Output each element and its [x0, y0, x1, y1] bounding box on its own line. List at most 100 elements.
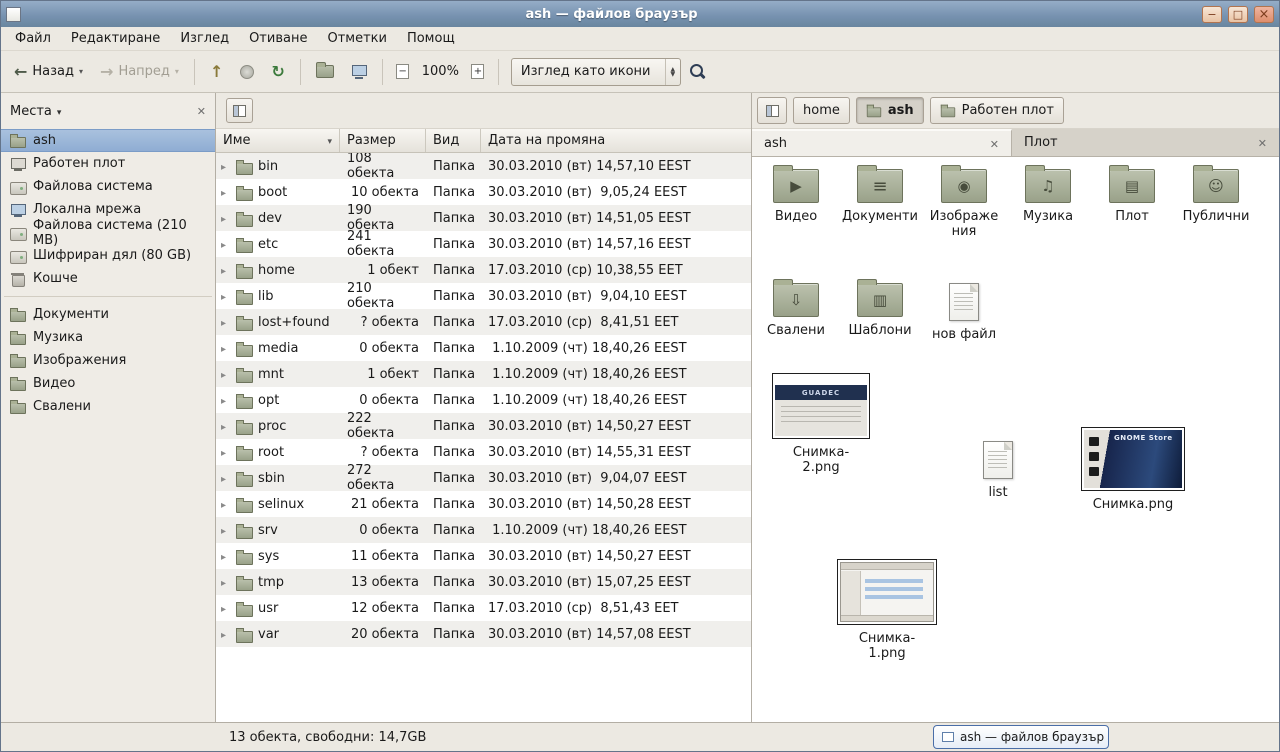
sidebar-item-изображения[interactable]: Изображения: [1, 349, 215, 372]
table-row[interactable]: root? обектаПапка30.03.2010 (вт) 14,55,3…: [216, 439, 751, 465]
table-row[interactable]: proc222 обектаПапка30.03.2010 (вт) 14,50…: [216, 413, 751, 439]
table-row[interactable]: mnt1 обектПапка 1.10.2009 (чт) 18,40,26 …: [216, 361, 751, 387]
table-row[interactable]: tmp13 обектаПапка30.03.2010 (вт) 15,07,2…: [216, 569, 751, 595]
tree-pane-button[interactable]: [226, 98, 253, 123]
table-row[interactable]: lost+found? обектаПапка17.03.2010 (ср) 8…: [216, 309, 751, 335]
view-mode-select[interactable]: Изглед като икони ▲▼: [511, 58, 681, 86]
expander-icon[interactable]: [221, 471, 231, 486]
path-button-home[interactable]: home: [793, 97, 850, 124]
spinner-arrows-icon[interactable]: ▲▼: [665, 59, 681, 85]
expander-icon[interactable]: [221, 393, 231, 408]
sidebar-item-ash[interactable]: ash: [1, 129, 215, 152]
table-row[interactable]: srv0 обектаПапка 1.10.2009 (чт) 18,40,26…: [216, 517, 751, 543]
sidebar-item-документи[interactable]: Документи: [1, 303, 215, 326]
zoom-in-button[interactable]: [466, 60, 490, 84]
path-button-desktop[interactable]: Работен плот: [930, 97, 1064, 124]
menu-item-4[interactable]: Отметки: [317, 28, 396, 49]
icon-item-documents[interactable]: Документи: [838, 169, 922, 239]
computer-button[interactable]: [344, 56, 374, 88]
expander-icon[interactable]: [221, 263, 231, 278]
sidebar-title[interactable]: Места: [10, 104, 52, 119]
expander-icon[interactable]: [221, 549, 231, 564]
tab-ash[interactable]: ash: [752, 129, 1012, 156]
icon-item-public[interactable]: Публични: [1174, 169, 1258, 239]
sidebar-item-видео[interactable]: Видео: [1, 372, 215, 395]
expander-icon[interactable]: [221, 575, 231, 590]
expander-icon[interactable]: [221, 601, 231, 616]
expander-icon[interactable]: [221, 523, 231, 538]
tab-close-icon[interactable]: [990, 137, 999, 151]
menu-item-3[interactable]: Отиване: [239, 28, 317, 49]
sidebar-caret-icon[interactable]: [57, 104, 62, 119]
zoom-level[interactable]: 100%: [418, 64, 463, 79]
icon-item-video[interactable]: Видео: [754, 169, 838, 239]
expander-icon[interactable]: [221, 419, 231, 434]
menu-item-1[interactable]: Редактиране: [61, 28, 170, 49]
expander-icon[interactable]: [221, 341, 231, 356]
expander-icon[interactable]: [221, 159, 231, 174]
sidebar-item-работен-плот[interactable]: Работен плот: [1, 152, 215, 175]
icon-item-templates[interactable]: Шаблони: [838, 283, 922, 342]
sidebar-item-шифриран-дял-(80-gb)[interactable]: Шифриран дял (80 GB): [1, 244, 215, 267]
stop-button[interactable]: [233, 56, 261, 88]
expander-icon[interactable]: [221, 237, 231, 252]
icon-item-new-file[interactable]: нов файл: [922, 283, 1006, 342]
up-button[interactable]: [203, 56, 230, 88]
expander-icon[interactable]: [221, 211, 231, 226]
expander-icon[interactable]: [221, 445, 231, 460]
icon-item-desktop[interactable]: Плот: [1090, 169, 1174, 239]
sidebar-item-музика[interactable]: Музика: [1, 326, 215, 349]
icon-view[interactable]: Видео Документи Изображения Музика: [752, 157, 1279, 722]
column-header-date[interactable]: Дата на промяна: [481, 129, 751, 152]
minimize-button[interactable]: [1202, 6, 1222, 23]
back-button[interactable]: Назад: [7, 56, 90, 88]
icon-item-snimka1[interactable]: Снимка-1.png: [832, 559, 942, 661]
sidebar-close-icon[interactable]: [197, 104, 206, 118]
column-header-size[interactable]: Размер: [340, 129, 426, 152]
icon-item-downloads[interactable]: Свалени: [754, 283, 838, 342]
close-button[interactable]: [1254, 6, 1274, 23]
forward-button[interactable]: Напред: [93, 56, 186, 88]
table-row[interactable]: media0 обектаПапка 1.10.2009 (чт) 18,40,…: [216, 335, 751, 361]
table-row[interactable]: home1 обектПапка17.03.2010 (ср) 10,38,55…: [216, 257, 751, 283]
table-row[interactable]: sys11 обектаПапка30.03.2010 (вт) 14,50,2…: [216, 543, 751, 569]
icon-item-music[interactable]: Музика: [1006, 169, 1090, 239]
sidebar-item-файлова-система[interactable]: Файлова система: [1, 175, 215, 198]
tab-close-icon[interactable]: [1258, 136, 1267, 150]
expander-icon[interactable]: [221, 367, 231, 382]
table-row[interactable]: lib210 обектаПапка30.03.2010 (вт) 9,04,1…: [216, 283, 751, 309]
maximize-button[interactable]: [1228, 6, 1248, 23]
menu-item-5[interactable]: Помощ: [397, 28, 465, 49]
sidebar-item-свалени[interactable]: Свалени: [1, 395, 215, 418]
table-row[interactable]: var20 обектаПапка30.03.2010 (вт) 14,57,0…: [216, 621, 751, 647]
menu-item-2[interactable]: Изглед: [170, 28, 239, 49]
icon-item-snimka[interactable]: GNOME Store Снимка.png: [1074, 427, 1192, 512]
table-row[interactable]: opt0 обектаПапка 1.10.2009 (чт) 18,40,26…: [216, 387, 751, 413]
sidebar-item-кошче[interactable]: Кошче: [1, 267, 215, 290]
icon-item-snimka2[interactable]: GUADEC Снимка-2.png: [766, 373, 876, 475]
column-header-name[interactable]: Име: [216, 129, 340, 152]
column-header-type[interactable]: Вид: [426, 129, 481, 152]
table-row[interactable]: selinux21 обектаПапка30.03.2010 (вт) 14,…: [216, 491, 751, 517]
expander-icon[interactable]: [221, 627, 231, 642]
icon-item-images[interactable]: Изображения: [922, 169, 1006, 239]
menu-item-0[interactable]: Файл: [5, 28, 61, 49]
home-button[interactable]: [309, 56, 341, 88]
path-button-ash[interactable]: ash: [856, 97, 924, 124]
expander-icon[interactable]: [221, 185, 231, 200]
zoom-out-button[interactable]: [391, 60, 415, 84]
expander-icon[interactable]: [221, 289, 231, 304]
search-icon[interactable]: [690, 64, 705, 79]
table-row[interactable]: sbin272 обектаПапка30.03.2010 (вт) 9,04,…: [216, 465, 751, 491]
table-row[interactable]: bin108 обектаПапка30.03.2010 (вт) 14,57,…: [216, 153, 751, 179]
expander-icon[interactable]: [221, 497, 231, 512]
reload-button[interactable]: [264, 56, 291, 88]
table-row[interactable]: etc241 обектаПапка30.03.2010 (вт) 14,57,…: [216, 231, 751, 257]
sidebar-item-файлова-система-(210-mb)[interactable]: Файлова система (210 MB): [1, 221, 215, 244]
table-row[interactable]: boot10 обектаПапка30.03.2010 (вт) 9,05,2…: [216, 179, 751, 205]
table-row[interactable]: usr12 обектаПапка17.03.2010 (ср) 8,51,43…: [216, 595, 751, 621]
path-root-button[interactable]: [757, 97, 787, 124]
tab-plot[interactable]: Плот: [1012, 129, 1279, 156]
back-history-caret-icon[interactable]: [79, 67, 83, 76]
taskbar-window-button[interactable]: ash — файлов браузър: [933, 725, 1109, 749]
